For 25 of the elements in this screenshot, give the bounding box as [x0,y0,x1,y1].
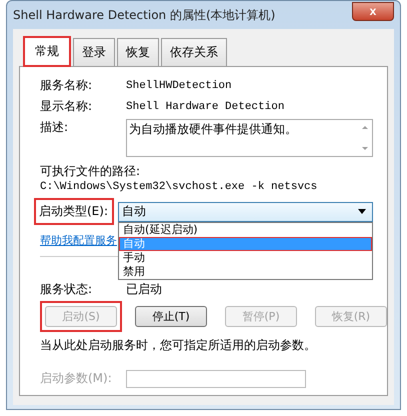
dropdown-option[interactable]: 手动 [119,250,372,264]
field-label: 描述: [40,119,70,136]
path-value: C:\Windows\System32\svchost.exe -k netsvcs [40,181,318,193]
hint-text: 当从此处启动服务时，您可指定所适用的启动参数。 [40,337,317,354]
help-link[interactable]: 帮助我配置服务 [40,233,117,248]
field-label: 服务名称: [40,77,94,94]
field-label: 启动参数(M): [40,370,113,387]
window-title: Shell Hardware Detection 的属性(本地计算机) [13,6,276,24]
tab[interactable]: 登录 [73,38,115,66]
field-value: ShellHWDetection [126,80,232,92]
service-button[interactable]: 停止(T) [135,306,207,327]
dropdown-option[interactable]: 禁用 [119,264,372,278]
field-value: Shell Hardware Detection [126,100,284,112]
tab[interactable]: 常规 [23,36,71,67]
description-box[interactable]: 为自动播放硬件事件提供通知。 [126,119,373,157]
field-label: 显示名称: [40,98,94,115]
startup-type-dropdown[interactable]: 自动 [118,202,373,222]
field-label: 可执行文件的路径: [40,163,142,180]
field-label: 服务状态: [40,281,94,298]
caret-icon [358,209,366,214]
field-label: 启动类型(E): [34,198,114,225]
tab[interactable]: 依存关系 [161,38,227,66]
tab[interactable]: 恢复 [117,38,159,66]
status-value: 已启动 [126,281,162,298]
dropdown-option[interactable]: 自动(延迟启动) [119,222,372,236]
